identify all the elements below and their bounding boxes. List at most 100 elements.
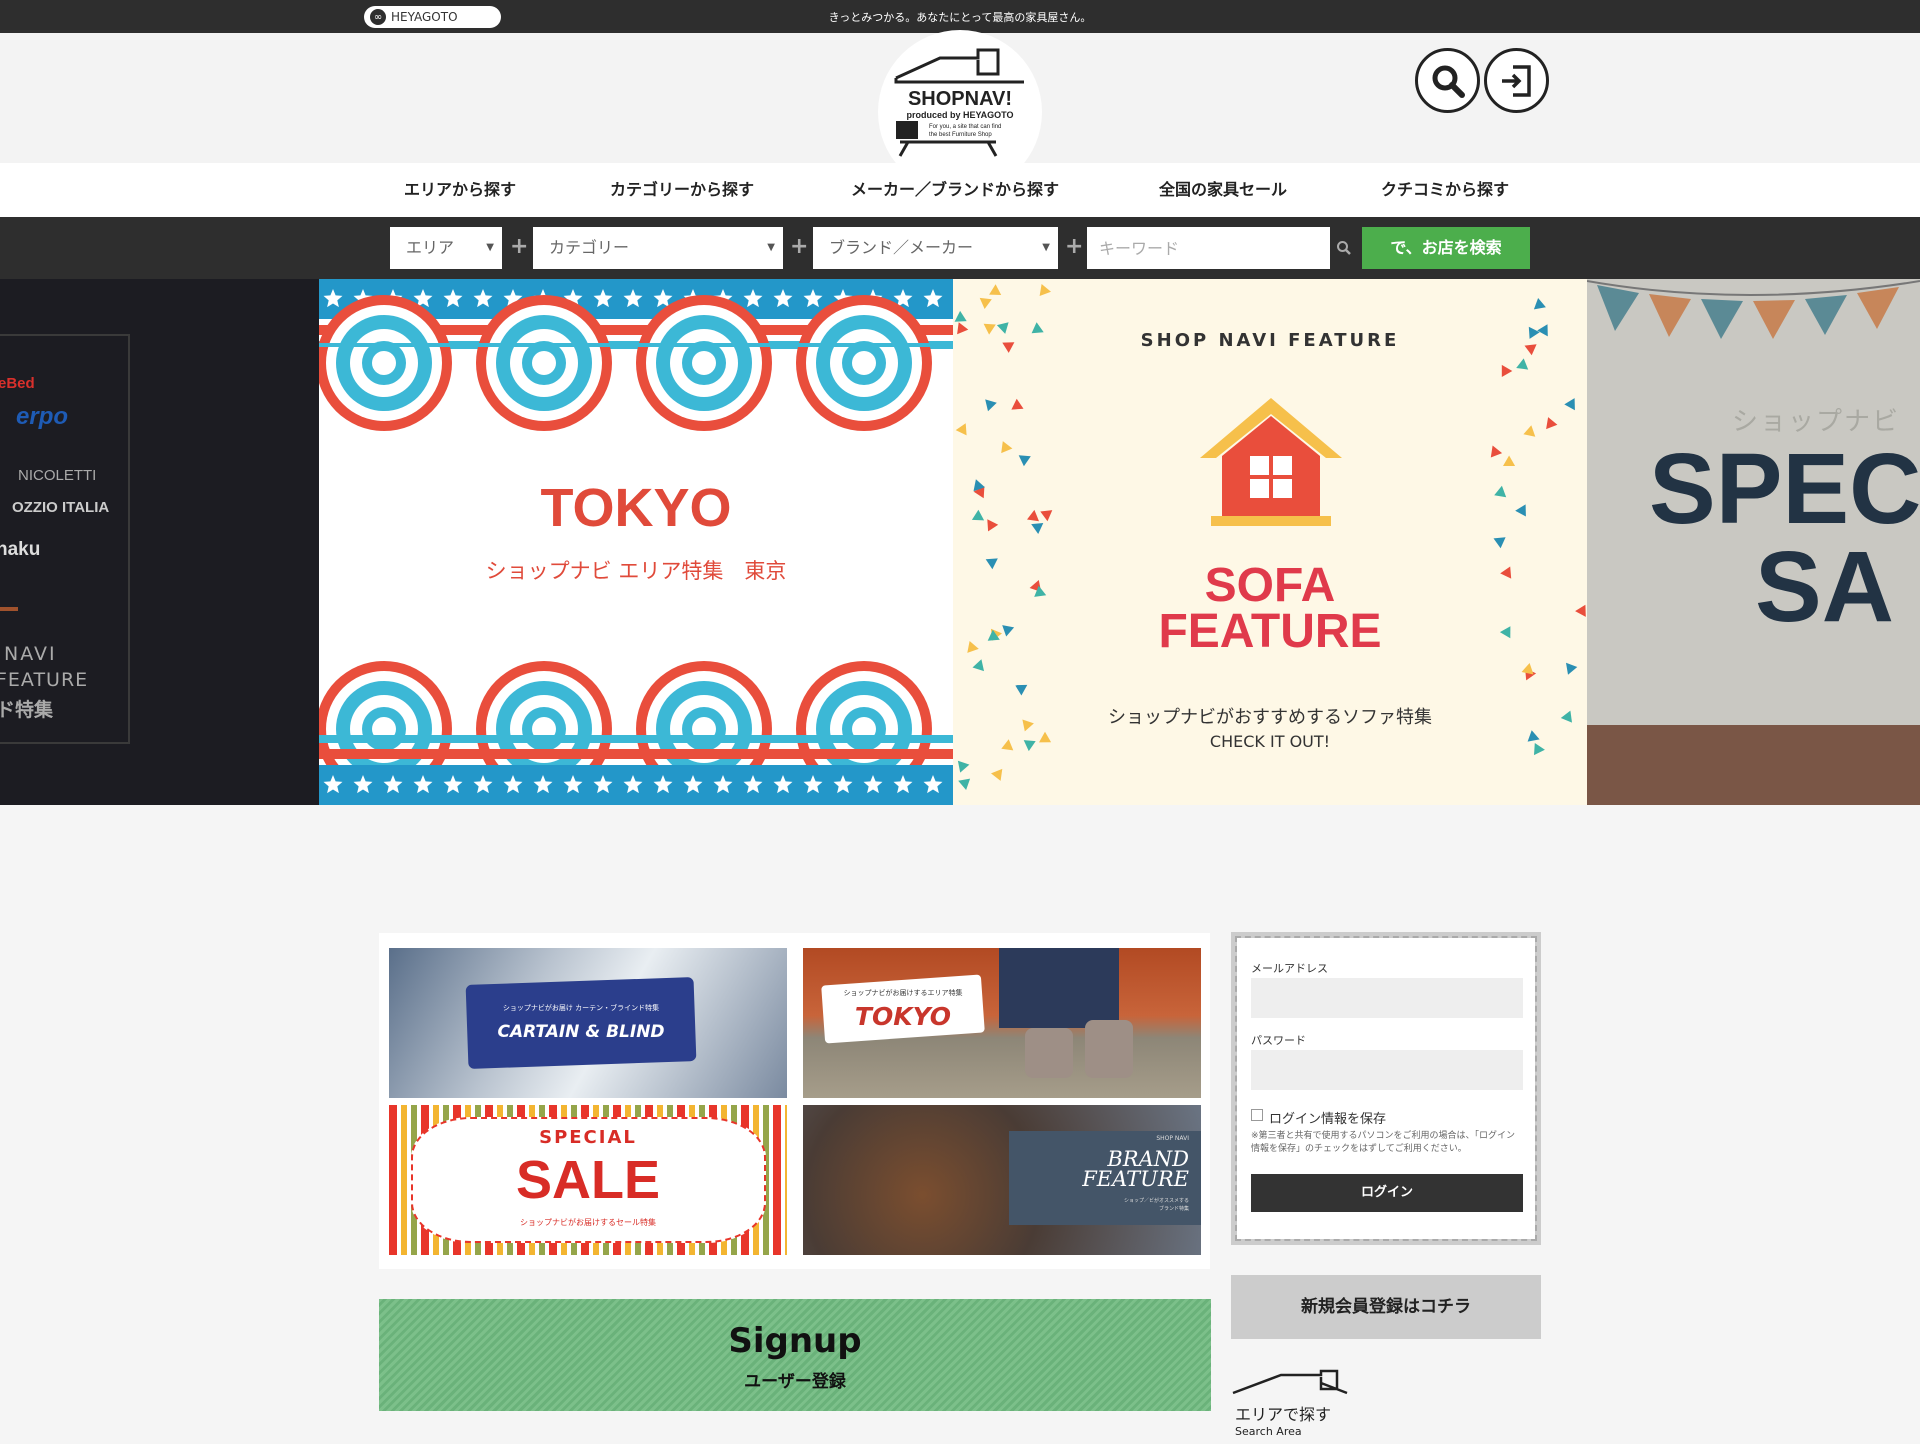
confetti-triangle bbox=[1031, 523, 1044, 534]
brand-logo-ozzio: OZZIO ITALIA bbox=[12, 499, 110, 516]
banner-tokyo[interactable]: ショップナビがお届けするエリア特集 TOKYO bbox=[803, 948, 1201, 1098]
sale-title-1: SPEC bbox=[1649, 433, 1920, 545]
keyword-input[interactable] bbox=[1087, 227, 1330, 269]
nav-sale[interactable]: 全国の家具セール bbox=[1159, 163, 1287, 217]
brand-small-1: ショップ／ビがオススメする bbox=[1123, 1198, 1189, 1204]
divider bbox=[0, 607, 18, 611]
slide-left-line1: NAVI bbox=[4, 643, 57, 665]
heyagoto-label: HEYAGOTO bbox=[391, 10, 458, 24]
bunting-decoration bbox=[1587, 280, 1920, 339]
curtain-small: ショップナビがお届け カーテン・ブラインド特集 bbox=[502, 1004, 660, 1012]
confetti-triangle bbox=[955, 423, 967, 436]
slide-sofa[interactable]: SHOP NAVI FEATURE SOFA FEATURE ショップナビがおす… bbox=[953, 279, 1587, 805]
banner-curtain-blind[interactable]: ショップナビがお届け カーテン・ブラインド特集 CARTAIN & BLIND bbox=[389, 948, 787, 1098]
sofa-sub-1: ショップナビがおすすめするソファ特集 bbox=[1108, 707, 1432, 728]
confetti-triangle bbox=[1523, 425, 1536, 437]
brand-select[interactable]: ブランド／メーカー ▼ bbox=[813, 227, 1058, 269]
login-button[interactable]: ログイン bbox=[1251, 1174, 1523, 1212]
shop-search-button[interactable]: で、お店を検索 bbox=[1362, 227, 1530, 269]
confetti-triangle bbox=[1533, 298, 1546, 310]
confetti-triangle bbox=[1493, 537, 1506, 549]
category-select[interactable]: カテゴリー ▼ bbox=[533, 227, 783, 269]
slide-special-sale[interactable]: ショップナビ SPEC SA bbox=[1587, 279, 1920, 805]
confetti-triangle bbox=[1564, 398, 1575, 411]
nav-category[interactable]: カテゴリーから探す bbox=[610, 163, 754, 217]
logo-desc-2: the best Furniture Shop bbox=[929, 132, 992, 138]
confetti-triangle bbox=[972, 659, 984, 672]
slide-tokyo[interactable]: TOKYO ショップナビ エリア特集 東京 bbox=[319, 279, 953, 805]
login-note: ※第三者と共有で使用するパソコンをご利用の場合は、「ログイン情報を保存」のチェッ… bbox=[1251, 1131, 1516, 1154]
rosette-center bbox=[372, 351, 396, 375]
nav-brand[interactable]: メーカー／ブランドから探す bbox=[851, 163, 1059, 217]
confetti-triangle bbox=[1018, 455, 1031, 467]
banner-special-sale[interactable]: SPECIAL SALE ショップナビがお届けするセール特集 bbox=[389, 1105, 787, 1255]
confetti-triangle bbox=[987, 519, 999, 532]
nav-area[interactable]: エリアから探す bbox=[404, 163, 516, 217]
area-title: エリアで探す bbox=[1235, 1405, 1332, 1424]
confetti-triangle bbox=[1001, 441, 1013, 454]
confetti-triangle bbox=[991, 768, 1003, 781]
logo-text: SHOPNAV! bbox=[908, 88, 1012, 110]
confetti-triangle bbox=[1039, 284, 1051, 296]
brand-logo-naku: naku bbox=[0, 539, 41, 560]
confetti-triangle bbox=[954, 310, 967, 322]
banner-brand-feature[interactable]: SHOP NAVI BRAND FEATURE ショップ／ビがオススメする ブラ… bbox=[803, 1105, 1201, 1255]
brand-small-2: ブランド特集 bbox=[1158, 1206, 1189, 1212]
center-panel bbox=[319, 439, 953, 649]
brand-eyebrow: SHOP NAVI bbox=[1156, 1135, 1189, 1142]
remember-label: ログイン情報を保存 bbox=[1269, 1112, 1387, 1127]
email-field[interactable] bbox=[1251, 978, 1523, 1018]
confetti-triangle bbox=[1521, 663, 1534, 675]
confetti-triangle bbox=[979, 297, 992, 309]
tagline: きっとみつかる。あなたにとって最高の家具屋さん。 bbox=[828, 11, 1092, 24]
feature-slider: eBed erpo NICOLETTI OZZIO ITALIA naku NA… bbox=[0, 279, 1920, 805]
plus-icon: + bbox=[1065, 234, 1084, 259]
area-select-value: エリア bbox=[406, 238, 455, 257]
brand-logo-nicoletti: NICOLETTI bbox=[18, 467, 97, 484]
plus-icon: + bbox=[790, 234, 809, 259]
tokyo-title: TOKYO bbox=[540, 478, 732, 538]
register-button[interactable]: 新規会員登録はコチラ bbox=[1231, 1275, 1541, 1339]
rosette-center bbox=[532, 351, 556, 375]
login-icon-button[interactable] bbox=[1484, 48, 1549, 113]
password-label: パスワード bbox=[1251, 1034, 1306, 1047]
signup-title: Signup bbox=[728, 1321, 862, 1361]
search-bar: エリア ▼ + カテゴリー ▼ + ブランド／メーカー ▼ + で、お店を検索 bbox=[0, 217, 1920, 279]
area-sub: Search Area bbox=[1235, 1425, 1302, 1438]
brand-select-value: ブランド／メーカー bbox=[829, 238, 974, 257]
nav-review[interactable]: クチコミから探す bbox=[1381, 163, 1509, 217]
remember-checkbox[interactable] bbox=[1251, 1109, 1263, 1121]
sofa-eyebrow: SHOP NAVI FEATURE bbox=[1140, 330, 1400, 351]
house-outline-icon bbox=[1232, 1369, 1348, 1395]
login-box: メールアドレス パスワード ログイン情報を保存 ※第三者と共有で使用するパソコン… bbox=[1231, 932, 1541, 1245]
heyagoto-link[interactable]: ∞ HEYAGOTO bbox=[364, 6, 501, 28]
sofa-title-1: SOFA bbox=[1204, 559, 1336, 612]
search-button[interactable] bbox=[1415, 48, 1480, 113]
tokyo-decoration bbox=[319, 279, 953, 805]
logo-sub: produced by HEYAGOTO bbox=[906, 110, 1013, 120]
tokyo-small: ショップナビがお届けするエリア特集 bbox=[843, 989, 963, 997]
confetti-triangle bbox=[989, 284, 1002, 295]
confetti-triangle bbox=[1566, 662, 1578, 675]
plus-icon: + bbox=[510, 234, 529, 259]
confetti-triangle bbox=[1015, 684, 1028, 696]
curtain-title: CARTAIN & BLIND bbox=[497, 1022, 665, 1042]
chevron-down-icon: ▼ bbox=[767, 242, 775, 253]
chevron-down-icon: ▼ bbox=[486, 242, 494, 253]
signup-banner[interactable]: Signup ユーザー登録 bbox=[379, 1299, 1211, 1411]
rosette-center bbox=[852, 351, 876, 375]
confetti-triangle bbox=[957, 760, 970, 773]
brand-logo-ebed: eBed bbox=[0, 375, 35, 392]
brand-title-2: FEATURE bbox=[1082, 1167, 1189, 1191]
boot-left bbox=[1025, 1028, 1073, 1078]
search-icon bbox=[1337, 241, 1351, 255]
sale-banner-small: ショップナビがお届けするセール特集 bbox=[520, 1218, 656, 1227]
tokyo-banner-title: TOKYO bbox=[854, 1002, 952, 1031]
area-select[interactable]: エリア ▼ bbox=[390, 227, 502, 269]
password-field[interactable] bbox=[1251, 1050, 1523, 1090]
tokyo-subtitle: ショップナビ エリア特集 東京 bbox=[485, 559, 787, 583]
link-icon: ∞ bbox=[370, 9, 386, 25]
sofa-title-2: FEATURE bbox=[1158, 605, 1382, 658]
slide-brand-feature[interactable]: eBed erpo NICOLETTI OZZIO ITALIA naku NA… bbox=[0, 279, 319, 805]
confetti-triangle bbox=[1494, 485, 1507, 498]
